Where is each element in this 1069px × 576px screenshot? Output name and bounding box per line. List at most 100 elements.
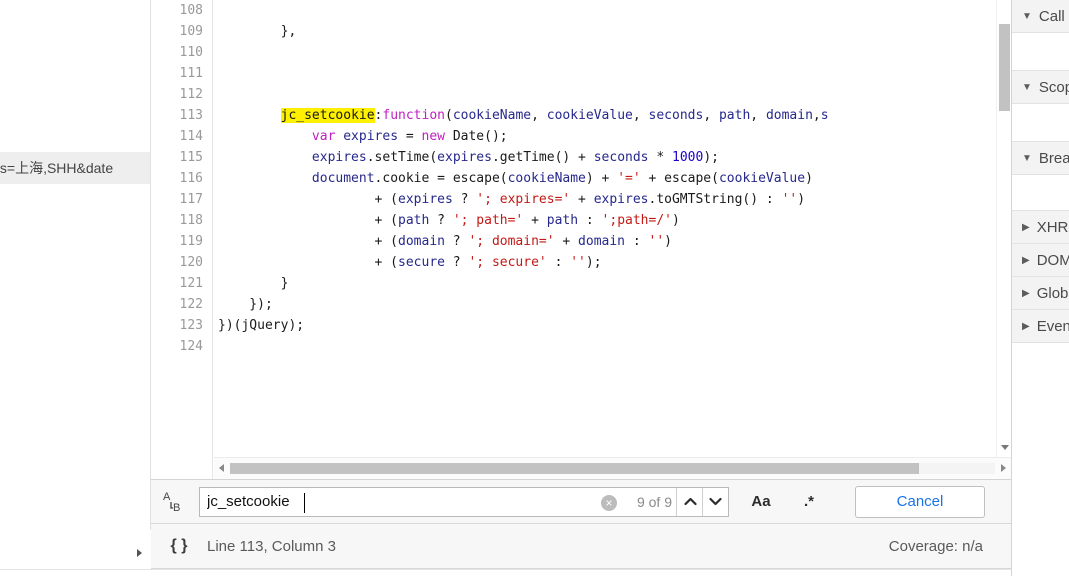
code-line[interactable]: expires.setTime(expires.getTime() + seco… [214, 147, 1011, 168]
sidebar-section-call[interactable]: ▼ Call [1012, 0, 1069, 33]
line-number[interactable]: 124 [151, 336, 212, 357]
match-case-button[interactable]: Aa [745, 488, 777, 516]
cursor-position-label: Line 113, Column 3 [207, 537, 336, 555]
sidebar-section-scop[interactable]: ▼ Scop [1012, 71, 1069, 104]
sidebar-section-xhr[interactable]: ▶ XHR [1012, 211, 1069, 244]
sidebar-section-brea[interactable]: ▼ Brea [1012, 142, 1069, 175]
code-token: , [703, 108, 719, 123]
line-number[interactable]: 112 [151, 84, 212, 105]
code-token: : [578, 213, 602, 228]
code-line[interactable] [214, 42, 1011, 63]
code-token: expires [343, 129, 399, 144]
code-token: '; expires=' [476, 192, 571, 207]
line-number[interactable]: 120 [151, 252, 212, 273]
code-token: cookieName [452, 108, 532, 123]
chevron-right-icon: ▶ [1022, 320, 1030, 332]
chevron-right-icon: ▶ [1022, 221, 1030, 233]
code-token: seconds [648, 108, 704, 123]
code-line[interactable]: }, [214, 21, 1011, 42]
code-token: + ( [218, 192, 399, 207]
find-next-button[interactable] [702, 488, 728, 516]
background-text-fragment: ts=上海,SHH&date [0, 152, 151, 184]
line-number[interactable]: 115 [151, 147, 212, 168]
line-number[interactable]: 122 [151, 294, 212, 315]
code-line[interactable] [214, 0, 1011, 21]
sidebar-section-dom[interactable]: ▶ DOM [1012, 244, 1069, 277]
sidebar-section-label: Call [1038, 7, 1065, 25]
cancel-button[interactable]: Cancel [855, 485, 985, 518]
sidebar-section-glob[interactable]: ▶ Glob [1012, 277, 1069, 310]
vertical-scrollbar-thumb[interactable] [999, 24, 1010, 111]
code-token: , [531, 108, 547, 123]
code-token: cookieValue [718, 171, 806, 186]
search-input[interactable] [200, 488, 590, 515]
svg-text:A: A [163, 491, 171, 503]
code-token: .setTime( [366, 150, 438, 165]
editor-status-bar: { } Line 113, Column 3 Coverage: n/a [151, 524, 1011, 569]
code-token: '; secure' [468, 255, 547, 270]
scroll-left-arrow-icon[interactable] [219, 464, 224, 472]
line-number[interactable]: 113 [151, 105, 212, 126]
code-line[interactable]: } [214, 273, 1011, 294]
code-token: ( [445, 108, 453, 123]
window-bottom-strip [0, 569, 1069, 576]
line-number[interactable]: 123 [151, 315, 212, 336]
line-number[interactable]: 117 [151, 189, 212, 210]
page-background-area: ts=上海,SHH&date [0, 0, 151, 576]
scroll-right-arrow-icon[interactable] [1001, 464, 1006, 472]
code-line[interactable]: })(jQuery); [214, 315, 1011, 336]
line-number[interactable]: 108 [151, 0, 212, 21]
code-line[interactable] [214, 84, 1011, 105]
code-token: ) [805, 171, 813, 186]
sidebar-section-label: Brea [1038, 149, 1069, 167]
editor-horizontal-scrollbar[interactable] [214, 457, 1011, 479]
line-number[interactable]: 118 [151, 210, 212, 231]
line-number[interactable]: 119 [151, 231, 212, 252]
devtools-sources-panel: ts=上海,SHH&date 108 109 110 111 112 113 114 115 1… [0, 0, 1069, 576]
line-number[interactable]: 114 [151, 126, 212, 147]
code-content[interactable]: }, jc_setcookie:function(cookieName, coo… [214, 0, 1011, 458]
regex-button[interactable]: .* [793, 488, 825, 516]
line-number[interactable]: 109 [151, 21, 212, 42]
line-number[interactable]: 111 [151, 63, 212, 84]
code-token: : [546, 255, 571, 270]
code-line[interactable] [214, 336, 1011, 357]
replace-ab-icon[interactable]: A B [151, 480, 199, 524]
expand-drawer-arrow-icon[interactable] [137, 549, 142, 557]
find-input-container[interactable]: × 9 of 9 [199, 486, 729, 517]
pretty-print-icon[interactable]: { } [151, 524, 207, 569]
horizontal-scrollbar-thumb[interactable] [230, 463, 919, 474]
debugger-sidebar: ▼ Call ▼ Scop ▼ Brea ▶ XHR ▶ DOM ▶ Glob ▶ Even [1011, 0, 1069, 576]
code-line[interactable]: + (expires ? '; expires=' + expires.toGM… [214, 189, 1011, 210]
code-token: expires [398, 192, 453, 207]
sidebar-section-label: Even [1036, 317, 1069, 335]
code-token: .cookie = escape( [374, 171, 508, 186]
code-token: + escape( [640, 171, 719, 186]
source-code-editor[interactable]: 108 109 110 111 112 113 114 115 116 117 118 119 120 1… [151, 0, 1011, 480]
code-token: , [750, 108, 766, 123]
chevron-down-icon: ▼ [1022, 81, 1032, 93]
code-line[interactable]: document.cookie = escape(cookieName) + '… [214, 168, 1011, 189]
code-token: expires [311, 150, 367, 165]
line-number[interactable]: 110 [151, 42, 212, 63]
line-number-gutter: 108 109 110 111 112 113 114 115 116 117 118 119 120 1… [151, 0, 213, 479]
code-token: + [523, 213, 547, 228]
sidebar-section-even[interactable]: ▶ Even [1012, 310, 1069, 343]
clear-search-icon[interactable]: × [601, 494, 617, 511]
code-line[interactable]: jc_setcookie:function(cookieName, cookie… [214, 105, 1011, 126]
find-previous-button[interactable] [677, 488, 703, 516]
line-number[interactable]: 116 [151, 168, 212, 189]
scroll-down-arrow-icon[interactable] [1001, 445, 1009, 450]
code-line[interactable]: var expires = new Date(); [214, 126, 1011, 147]
code-token: function [382, 108, 445, 123]
code-token: s [820, 108, 829, 123]
code-line[interactable]: + (secure ? '; secure' : ''); [214, 252, 1011, 273]
code-line[interactable]: + (domain ? '; domain=' + domain : '') [214, 231, 1011, 252]
line-number[interactable]: 121 [151, 273, 212, 294]
code-line[interactable]: + (path ? '; path=' + path : ';path=/') [214, 210, 1011, 231]
code-line[interactable]: }); [214, 294, 1011, 315]
code-line[interactable] [214, 63, 1011, 84]
editor-vertical-scrollbar[interactable] [996, 0, 1011, 458]
